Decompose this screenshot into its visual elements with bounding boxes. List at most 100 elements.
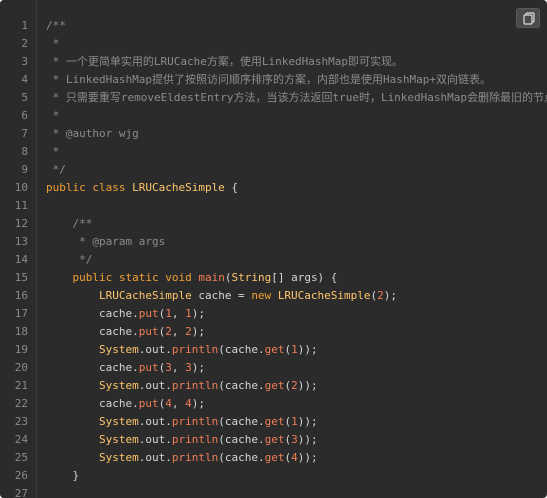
code-token: /** [46, 19, 66, 32]
code-token: get [264, 451, 285, 464]
code-token: println [171, 379, 219, 392]
code-token: { [224, 181, 239, 194]
code-line: */ [46, 161, 66, 179]
code-token: */ [46, 163, 66, 176]
code-token: println [171, 343, 219, 356]
copy-button[interactable] [516, 8, 540, 28]
code-line: cache.put(4, 4); [46, 395, 205, 413]
code-token: 3 [291, 433, 298, 446]
code-token: .out. [138, 451, 172, 464]
code-token: System [98, 451, 139, 464]
code-token: , [171, 307, 186, 320]
code-token: [] args) { [271, 271, 338, 284]
code-token: .out. [138, 415, 172, 428]
code-token: * [46, 145, 60, 158]
code-line: System.out.println(cache.get(2)); [46, 377, 318, 395]
code-token: ); [191, 307, 205, 320]
code-token: .out. [138, 343, 172, 356]
code-token: 2 [165, 325, 172, 338]
code-token: LRUCacheSimple [132, 181, 225, 194]
code-token: * LinkedHashMap提供了按照访问顺序排序的方案，内部也是使用Hash… [46, 73, 491, 86]
code-line: * [46, 143, 60, 161]
code-token: .out. [138, 433, 172, 446]
line-number: 17 [14, 307, 28, 320]
code-line: cache.put(2, 2); [46, 323, 205, 341]
code-line: * [46, 107, 60, 125]
code-token: cache. [46, 325, 139, 338]
code-token: ); [191, 397, 205, 410]
line-number: 14 [14, 253, 28, 266]
code-line: System.out.println(cache.get(3)); [46, 431, 318, 449]
code-token: 2 [377, 289, 384, 302]
code-token: 1 [185, 307, 192, 320]
line-number: 11 [14, 199, 28, 212]
code-line: cache.put(1, 1); [46, 305, 205, 323]
line-number: 25 [14, 451, 28, 464]
code-token: System [98, 415, 139, 428]
line-number: 4 [21, 73, 28, 86]
code-token: System [98, 343, 139, 356]
code-token: put [138, 307, 159, 320]
code-token: new [251, 289, 278, 302]
line-number-gutter: 1 2 3 4 5 6 7 8 9 10 11 12 13 14 15 16 17 18 19 20 21 22 23 24 2… [0, 0, 37, 498]
code-token: 3 [185, 361, 192, 374]
code-line: } [46, 467, 79, 485]
code-token: cache. [46, 397, 139, 410]
code-token: 4 [185, 397, 192, 410]
line-number: 15 [14, 271, 28, 284]
code-token: 1 [291, 415, 298, 428]
code-token: /** [46, 217, 93, 230]
code-token: * @param args [46, 235, 166, 248]
line-number: 2 [21, 37, 28, 50]
code-token: get [264, 343, 285, 356]
line-number: 23 [14, 415, 28, 428]
code-token: )); [297, 415, 318, 428]
code-token: println [171, 451, 219, 464]
code-token: * [46, 37, 60, 50]
code-token: } [46, 469, 80, 482]
line-number: 21 [14, 379, 28, 392]
code-token: )); [297, 451, 318, 464]
code-token: .out. [138, 379, 172, 392]
code-token: cache. [46, 307, 139, 320]
code-token: 4 [165, 397, 172, 410]
line-number: 6 [21, 109, 28, 122]
code-token: (cache. [218, 415, 265, 428]
code-token: println [171, 415, 219, 428]
line-number: 24 [14, 433, 28, 446]
code-token: get [264, 433, 285, 446]
line-number: 8 [21, 145, 28, 158]
line-number: 1 [21, 19, 28, 32]
code-token: System [98, 433, 139, 446]
code-line: * LinkedHashMap提供了按照访问顺序排序的方案，内部也是使用Hash… [46, 71, 491, 89]
line-number: 27 [14, 487, 28, 498]
code-token: 1 [165, 307, 172, 320]
code-token: put [138, 397, 159, 410]
code-token: (cache. [218, 343, 265, 356]
code-line: public static void main(String[] args) { [46, 269, 337, 287]
code-line: cache.put(3, 3); [46, 359, 205, 377]
code-token: LRUCacheSimple [277, 289, 371, 302]
code-token: )); [297, 379, 318, 392]
code-token: )); [297, 433, 318, 446]
code-token: (cache. [218, 451, 265, 464]
code-token: get [264, 415, 285, 428]
code-token: ); [191, 325, 205, 338]
line-number: 22 [14, 397, 28, 410]
line-number: 10 [14, 181, 28, 194]
code-token: 2 [185, 325, 192, 338]
code-token: public static void [46, 271, 199, 284]
code-token: (cache. [218, 433, 265, 446]
code-line: public class LRUCacheSimple { [46, 179, 238, 197]
code-token: put [138, 325, 159, 338]
code-token: * @author wjg [46, 127, 139, 140]
code-token: main [198, 271, 225, 284]
code-line: /** [46, 215, 92, 233]
code-token: * 只需要重写removeEldestEntry方法，当该方法返回true时，L… [46, 91, 547, 104]
code-token: * 一个更简单实用的LRUCache方案，使用LinkedHashMap即可实现… [46, 55, 403, 68]
code-token: , [171, 361, 186, 374]
